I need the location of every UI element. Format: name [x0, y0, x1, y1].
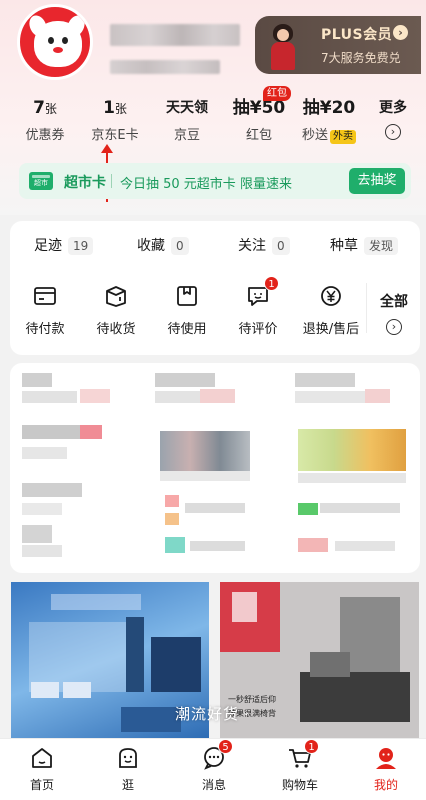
card-icon: 超市 — [29, 172, 53, 190]
avatar[interactable] — [17, 4, 93, 80]
message-icon: 5 — [201, 739, 233, 771]
following-link[interactable]: 关注 0 — [238, 235, 290, 255]
follow-orders-card: 足迹 19 收藏 0 关注 0 种草 发现 待付款 待收货 待使用 1 待评价 … — [10, 221, 420, 355]
order-pending-receipt[interactable]: 待收货 — [81, 283, 151, 337]
ticket-icon — [174, 283, 200, 309]
order-to-use[interactable]: 待使用 — [152, 283, 222, 337]
user-info-blurred — [110, 60, 220, 74]
plus-membership-card[interactable]: PLUS会员 › 7大服务免费兑 — [255, 16, 421, 74]
chevron-right-icon: › — [385, 124, 401, 140]
tab-cart[interactable]: 1 购物车 — [270, 739, 330, 793]
supermarket-card-banner[interactable]: 超市 超市卡 今日抽 50 元超市卡 限量速来 去抽奖 — [19, 163, 411, 199]
draw-button[interactable]: 去抽奖 — [349, 168, 405, 194]
asset-coupons[interactable]: 7张 优惠券 — [10, 96, 80, 143]
market-text: 今日抽 50 元超市卡 限量速来 — [120, 177, 292, 192]
profile-icon — [373, 745, 399, 771]
tab-messages[interactable]: 5 消息 — [184, 739, 244, 793]
tab-browse[interactable]: 逛 — [98, 745, 158, 793]
home-icon — [29, 745, 55, 771]
username-blurred[interactable] — [110, 24, 240, 46]
browse-icon — [115, 745, 141, 771]
recommendation-tiles-blurred[interactable] — [10, 363, 420, 573]
plus-subtitle: 7大服务免费兑 — [321, 51, 401, 65]
cart-badge: 1 — [304, 739, 319, 754]
dog-nose — [53, 47, 63, 53]
profile-header: PLUS会员 › 7大服务免费兑 7张 优惠券 1张 京东E卡 天天领 京豆 抽… — [0, 0, 426, 215]
market-title: 超市卡 — [64, 175, 106, 191]
wallet-icon — [32, 283, 58, 309]
dog-eye-right — [62, 37, 68, 44]
asset-row: 7张 优惠券 1张 京东E卡 天天领 京豆 抽¥50 红包 抽¥20 秒送 外卖 … — [0, 96, 426, 148]
chevron-right-icon: › — [393, 25, 408, 40]
asset-jingdou[interactable]: 天天领 京豆 — [152, 96, 222, 143]
plus-title: PLUS会员 — [321, 27, 393, 43]
bottom-tab-bar: 首页 逛 5 消息 1 购物车 我的 — [0, 738, 426, 800]
asset-more[interactable]: 更多 › — [360, 96, 426, 140]
waimai-tag: 外卖 — [330, 130, 356, 144]
order-refund-aftersale[interactable]: 退换/售后 — [294, 283, 368, 337]
tab-profile[interactable]: 我的 — [356, 745, 416, 793]
red-packet-tag: 红包 — [263, 86, 291, 101]
dog-eye-left — [48, 37, 54, 44]
follow-row: 足迹 19 收藏 0 关注 0 种草 发现 — [10, 235, 420, 255]
seeding-link[interactable]: 种草 发现 — [330, 235, 399, 255]
review-badge: 1 — [264, 276, 279, 291]
footprint-link[interactable]: 足迹 19 — [34, 235, 94, 255]
plus-ambassador-image — [269, 24, 297, 70]
package-icon — [103, 283, 129, 309]
order-status-row: 待付款 待收货 待使用 1 待评价 退换/售后 全部 › — [10, 276, 420, 343]
comment-icon: 1 — [245, 276, 279, 309]
asset-ecard[interactable]: 1张 京东E卡 — [80, 96, 150, 143]
refund-icon — [318, 283, 344, 309]
asset-red-packet[interactable]: 抽¥50 红包 — [224, 96, 294, 143]
trend-label: 潮流好货 — [175, 705, 240, 723]
cart-icon: 1 — [287, 739, 319, 771]
banner-row: 一秒舒适后仰 效果很满椅背 潮流好货 ⌄ — [0, 582, 426, 738]
asset-miaosong[interactable]: 抽¥20 秒送 外卖 — [294, 96, 364, 144]
order-to-review[interactable]: 1 待评价 — [223, 276, 293, 337]
dog-head — [34, 21, 82, 67]
favorites-link[interactable]: 收藏 0 — [137, 235, 189, 255]
all-orders-link[interactable]: 全部 › — [370, 291, 418, 335]
order-pending-payment[interactable]: 待付款 — [10, 283, 80, 337]
chevron-right-icon: › — [386, 319, 402, 335]
tab-home[interactable]: 首页 — [12, 745, 72, 793]
messages-badge: 5 — [218, 739, 233, 754]
chevron-down-icon: ⌄ — [242, 707, 251, 718]
